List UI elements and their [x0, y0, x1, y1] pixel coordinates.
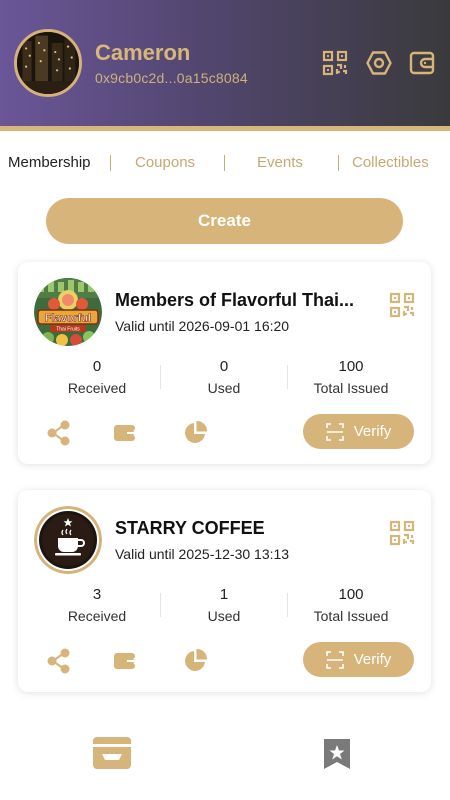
- stat-value: 1: [219, 586, 229, 603]
- avatar[interactable]: [14, 29, 82, 97]
- tab-divider: [338, 155, 339, 171]
- header-divider: [0, 126, 450, 131]
- stat-label: Used: [207, 380, 241, 396]
- card-title: Members of Flavorful Thai...: [115, 290, 355, 310]
- tab-membership[interactable]: Membership: [8, 154, 91, 171]
- tab-collectibles[interactable]: Collectibles: [352, 154, 429, 171]
- verify-button[interactable]: Verify: [303, 642, 414, 677]
- share-icon[interactable]: [46, 648, 72, 674]
- stat-label: Total Issued: [313, 380, 389, 396]
- tab-events[interactable]: Events: [257, 154, 303, 171]
- stat-received: 0 Received: [32, 358, 162, 396]
- qr-code-icon[interactable]: [322, 50, 348, 76]
- cards-icon[interactable]: [93, 737, 131, 769]
- create-button[interactable]: Create: [46, 198, 403, 244]
- stat-value: 0: [92, 358, 102, 375]
- qr-code-icon[interactable]: [389, 292, 415, 318]
- tab-bar: Membership Coupons Events Collectibles: [0, 150, 450, 178]
- qr-code-icon[interactable]: [389, 520, 415, 546]
- tab-divider: [110, 155, 111, 171]
- stat-value: 100: [338, 586, 364, 603]
- stat-received: 3 Received: [32, 586, 162, 624]
- user-name: Cameron: [95, 40, 191, 65]
- transfer-icon[interactable]: [113, 420, 139, 446]
- stat-label: Used: [207, 608, 241, 624]
- tab-coupons[interactable]: Coupons: [135, 154, 195, 171]
- tab-divider: [224, 155, 225, 171]
- stat-value: 0: [219, 358, 229, 375]
- verify-label: Verify: [353, 423, 392, 440]
- transfer-icon[interactable]: [113, 648, 139, 674]
- bookmark-star-icon[interactable]: [322, 737, 352, 771]
- stat-total-issued: 100 Total Issued: [286, 358, 416, 396]
- flavorful-logo: Flavorful Thai Fruits: [34, 278, 102, 346]
- stat-value: 3: [92, 586, 102, 603]
- settings-icon[interactable]: [366, 50, 392, 76]
- stat-label: Total Issued: [313, 608, 389, 624]
- membership-card[interactable]: STARRY COFFEE Valid until 2025-12-30 13:…: [18, 490, 431, 692]
- starry-coffee-logo: [34, 506, 102, 574]
- pie-chart-icon[interactable]: [182, 420, 208, 446]
- verify-label: Verify: [353, 651, 392, 668]
- wallet-icon[interactable]: [409, 50, 435, 76]
- stat-used: 0 Used: [159, 358, 289, 396]
- wallet-address[interactable]: 0x9cb0c2d...0a15c8084: [95, 70, 248, 86]
- scan-icon: [325, 650, 344, 669]
- stat-value: 100: [338, 358, 364, 375]
- valid-until: Valid until 2025-12-30 13:13: [115, 546, 290, 562]
- svg-text:Thai Fruits: Thai Fruits: [56, 327, 80, 333]
- stat-label: Received: [67, 380, 127, 396]
- verify-button[interactable]: Verify: [303, 414, 414, 449]
- stat-total-issued: 100 Total Issued: [286, 586, 416, 624]
- profile-header: Cameron 0x9cb0c2d...0a15c8084: [0, 0, 450, 126]
- membership-card[interactable]: Flavorful Thai Fruits Members of Flavorf…: [18, 262, 431, 464]
- valid-until: Valid until 2026-09-01 16:20: [115, 318, 290, 334]
- svg-text:Flavorful: Flavorful: [45, 313, 91, 325]
- stat-used: 1 Used: [159, 586, 289, 624]
- card-title: STARRY COFFEE: [115, 518, 265, 538]
- scan-icon: [325, 422, 344, 441]
- stat-label: Received: [67, 608, 127, 624]
- share-icon[interactable]: [46, 420, 72, 446]
- pie-chart-icon[interactable]: [182, 648, 208, 674]
